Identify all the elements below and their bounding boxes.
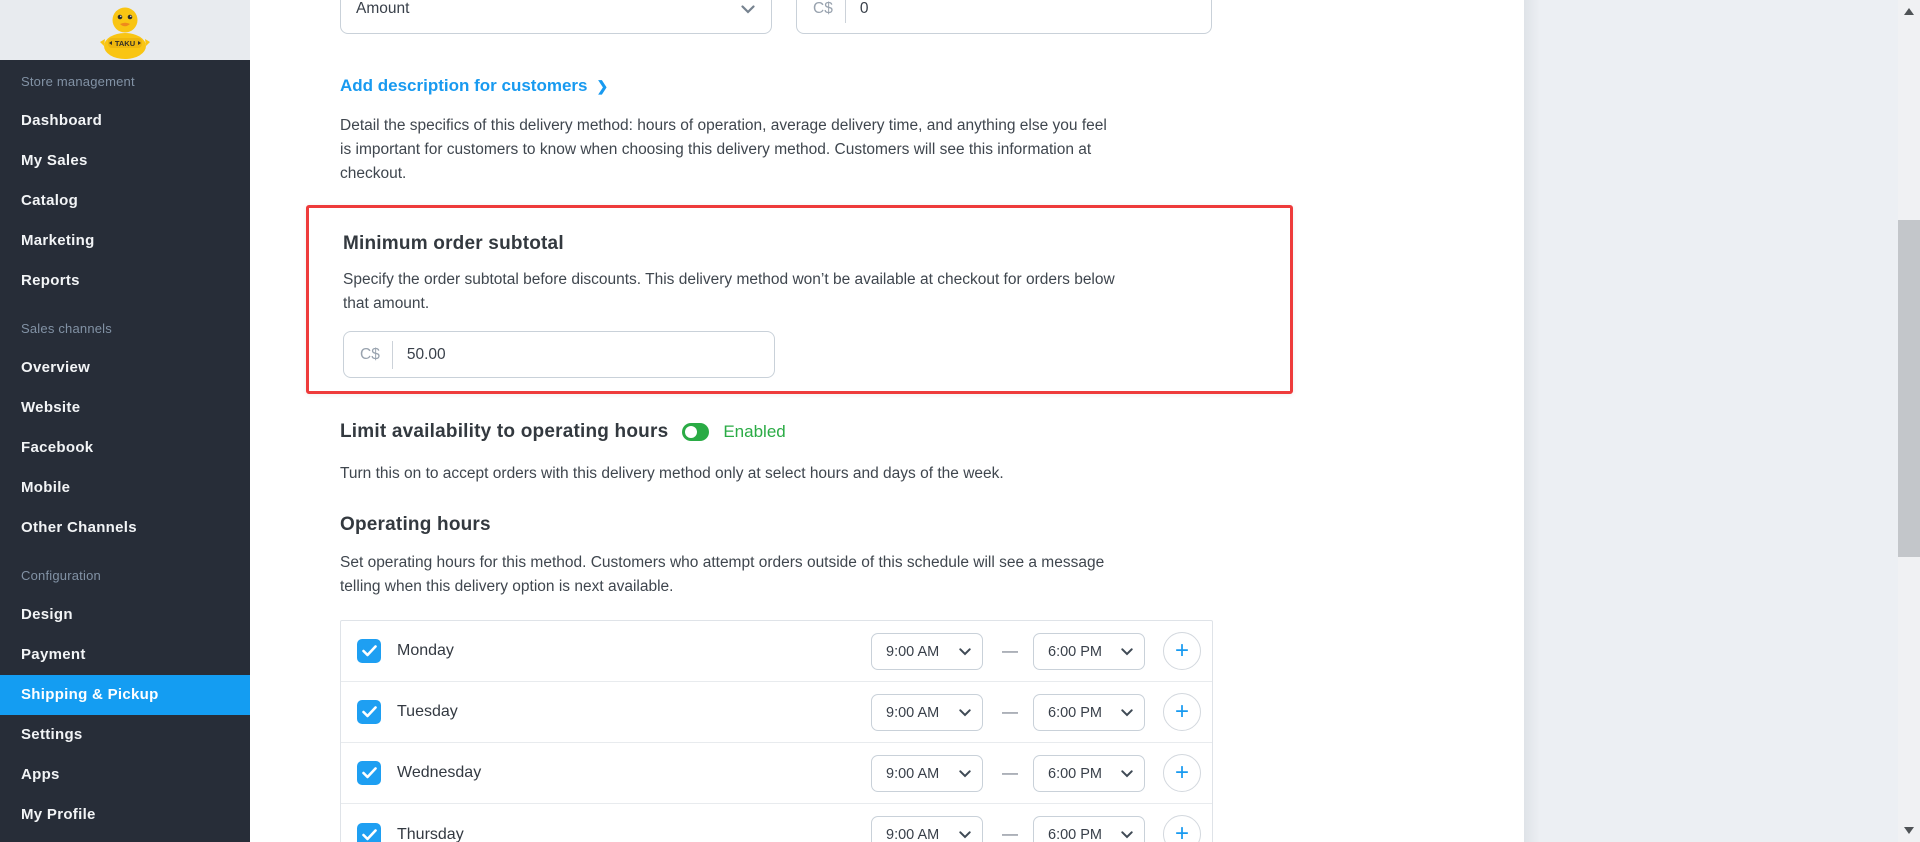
start-time-select[interactable]: 9:00 AM: [871, 694, 983, 731]
sidebar-item-website[interactable]: Website: [0, 388, 250, 428]
main-content: Amount C$ 0 Add description for customer…: [250, 0, 1524, 842]
add-description-label: Add description for customers: [340, 76, 587, 96]
minimum-order-subtotal-section: Minimum order subtotal Specify the order…: [306, 205, 1293, 394]
enabled-toggle-icon[interactable]: [682, 423, 709, 441]
sidebar-item-dashboard[interactable]: Dashboard: [0, 101, 250, 141]
end-time-select[interactable]: 6:00 PM: [1033, 816, 1145, 842]
time-range-separator: —: [991, 621, 1029, 682]
chevron-down-icon: [1121, 831, 1133, 839]
chevron-down-icon: [959, 831, 971, 839]
operating-hours-row: Thursday 9:00 AM — 6:00 PM +: [341, 804, 1212, 842]
day-checkbox[interactable]: [357, 639, 381, 663]
sidebar: TAKU Store managementDashboardMy SalesCa…: [0, 0, 250, 842]
end-time-select[interactable]: 6:00 PM: [1033, 694, 1145, 731]
sidebar-item-overview[interactable]: Overview: [0, 348, 250, 388]
sidebar-item-my-sales[interactable]: My Sales: [0, 141, 250, 181]
operating-hours-title: Operating hours: [340, 514, 491, 536]
sidebar-nav: Store managementDashboardMy SalesCatalog…: [0, 60, 250, 835]
availability-description: Turn this on to accept orders with this …: [340, 462, 1260, 486]
chevron-down-icon: [959, 770, 971, 778]
day-label: Wednesday: [397, 764, 481, 782]
availability-title: Limit availability to operating hours: [340, 421, 668, 443]
sidebar-item-facebook[interactable]: Facebook: [0, 428, 250, 468]
chevron-right-icon: ❯: [596, 78, 608, 95]
add-time-slot-button[interactable]: +: [1163, 693, 1201, 731]
scrollbar-down-arrow-icon[interactable]: [1904, 827, 1914, 834]
nav-section-label: Configuration: [0, 548, 250, 595]
rate-condition-value: Amount: [356, 0, 409, 18]
day-label: Monday: [397, 642, 454, 660]
end-time-select[interactable]: 6:00 PM: [1033, 755, 1145, 792]
sidebar-item-catalog[interactable]: Catalog: [0, 181, 250, 221]
operating-hours-row: Monday 9:00 AM — 6:00 PM +: [341, 621, 1212, 682]
sidebar-item-mobile[interactable]: Mobile: [0, 468, 250, 508]
delivery-description-text: Detail the specifics of this delivery me…: [340, 114, 1260, 186]
chevron-down-icon: [959, 648, 971, 656]
duck-logo-icon: TAKU: [99, 5, 151, 61]
sidebar-item-design[interactable]: Design: [0, 595, 250, 635]
time-range-separator: —: [991, 743, 1029, 804]
rate-amount-input[interactable]: C$ 0: [796, 0, 1212, 34]
scrollbar-thumb[interactable]: [1898, 220, 1920, 557]
day-checkbox[interactable]: [357, 823, 381, 842]
currency-prefix: C$: [813, 0, 833, 18]
svg-text:TAKU: TAKU: [115, 39, 135, 48]
currency-prefix: C$: [360, 346, 380, 364]
rate-amount-value: 0: [860, 0, 869, 18]
time-range-separator: —: [991, 682, 1029, 743]
operating-hours-row: Tuesday 9:00 AM — 6:00 PM +: [341, 682, 1212, 743]
minimum-order-description: Specify the order subtotal before discou…: [343, 268, 1263, 316]
page-background-gutter: [1524, 0, 1898, 842]
sidebar-item-payment[interactable]: Payment: [0, 635, 250, 675]
store-logo-duck[interactable]: TAKU: [99, 5, 151, 61]
app-root: TAKU Store managementDashboardMy SalesCa…: [0, 0, 1920, 842]
input-divider: [392, 341, 393, 369]
checkmark-icon: [362, 645, 377, 657]
start-time-select[interactable]: 9:00 AM: [871, 755, 983, 792]
operating-hours-description: Set operating hours for this method. Cus…: [340, 551, 1260, 599]
checkmark-icon: [362, 829, 377, 841]
sidebar-item-my-profile[interactable]: My Profile: [0, 795, 250, 835]
start-time-select[interactable]: 9:00 AM: [871, 633, 983, 670]
availability-header-row: Limit availability to operating hours En…: [340, 421, 786, 443]
chevron-down-icon: [1121, 770, 1133, 778]
operating-hours-row: Wednesday 9:00 AM — 6:00 PM +: [341, 743, 1212, 804]
add-time-slot-button[interactable]: +: [1163, 754, 1201, 792]
scrollbar-up-arrow-icon[interactable]: [1904, 8, 1914, 15]
sidebar-item-shipping-pickup[interactable]: Shipping & Pickup: [0, 675, 250, 715]
input-divider: [845, 0, 846, 23]
day-checkbox[interactable]: [357, 700, 381, 724]
sidebar-header: TAKU: [0, 0, 250, 60]
toggle-knob: [685, 426, 697, 438]
add-time-slot-button[interactable]: +: [1163, 815, 1201, 842]
minimum-subtotal-value: 50.00: [407, 346, 446, 364]
chevron-down-icon: [959, 709, 971, 717]
chevron-down-icon: [1121, 709, 1133, 717]
rate-condition-select[interactable]: Amount: [340, 0, 772, 34]
minimum-subtotal-input[interactable]: C$ 50.00: [343, 331, 775, 378]
operating-hours-table: Monday 9:00 AM — 6:00 PM + Tuesday 9:00 …: [340, 620, 1213, 842]
end-time-select[interactable]: 6:00 PM: [1033, 633, 1145, 670]
day-label: Thursday: [397, 826, 464, 842]
sidebar-item-apps[interactable]: Apps: [0, 755, 250, 795]
checkmark-icon: [362, 767, 377, 779]
sidebar-item-marketing[interactable]: Marketing: [0, 221, 250, 261]
nav-section-label: Sales channels: [0, 301, 250, 348]
sidebar-item-settings[interactable]: Settings: [0, 715, 250, 755]
sidebar-item-reports[interactable]: Reports: [0, 261, 250, 301]
add-description-link[interactable]: Add description for customers ❯: [340, 76, 608, 96]
chevron-down-icon: [741, 5, 755, 14]
vertical-scrollbar[interactable]: [1898, 0, 1920, 842]
chevron-down-icon: [1121, 648, 1133, 656]
sidebar-item-other-channels[interactable]: Other Channels: [0, 508, 250, 548]
day-checkbox[interactable]: [357, 761, 381, 785]
availability-status-badge: Enabled: [723, 422, 785, 442]
start-time-select[interactable]: 9:00 AM: [871, 816, 983, 842]
day-label: Tuesday: [397, 703, 458, 721]
minimum-order-title: Minimum order subtotal: [343, 233, 1290, 255]
add-time-slot-button[interactable]: +: [1163, 632, 1201, 670]
checkmark-icon: [362, 706, 377, 718]
time-range-separator: —: [991, 804, 1029, 842]
nav-section-label: Store management: [0, 60, 250, 101]
